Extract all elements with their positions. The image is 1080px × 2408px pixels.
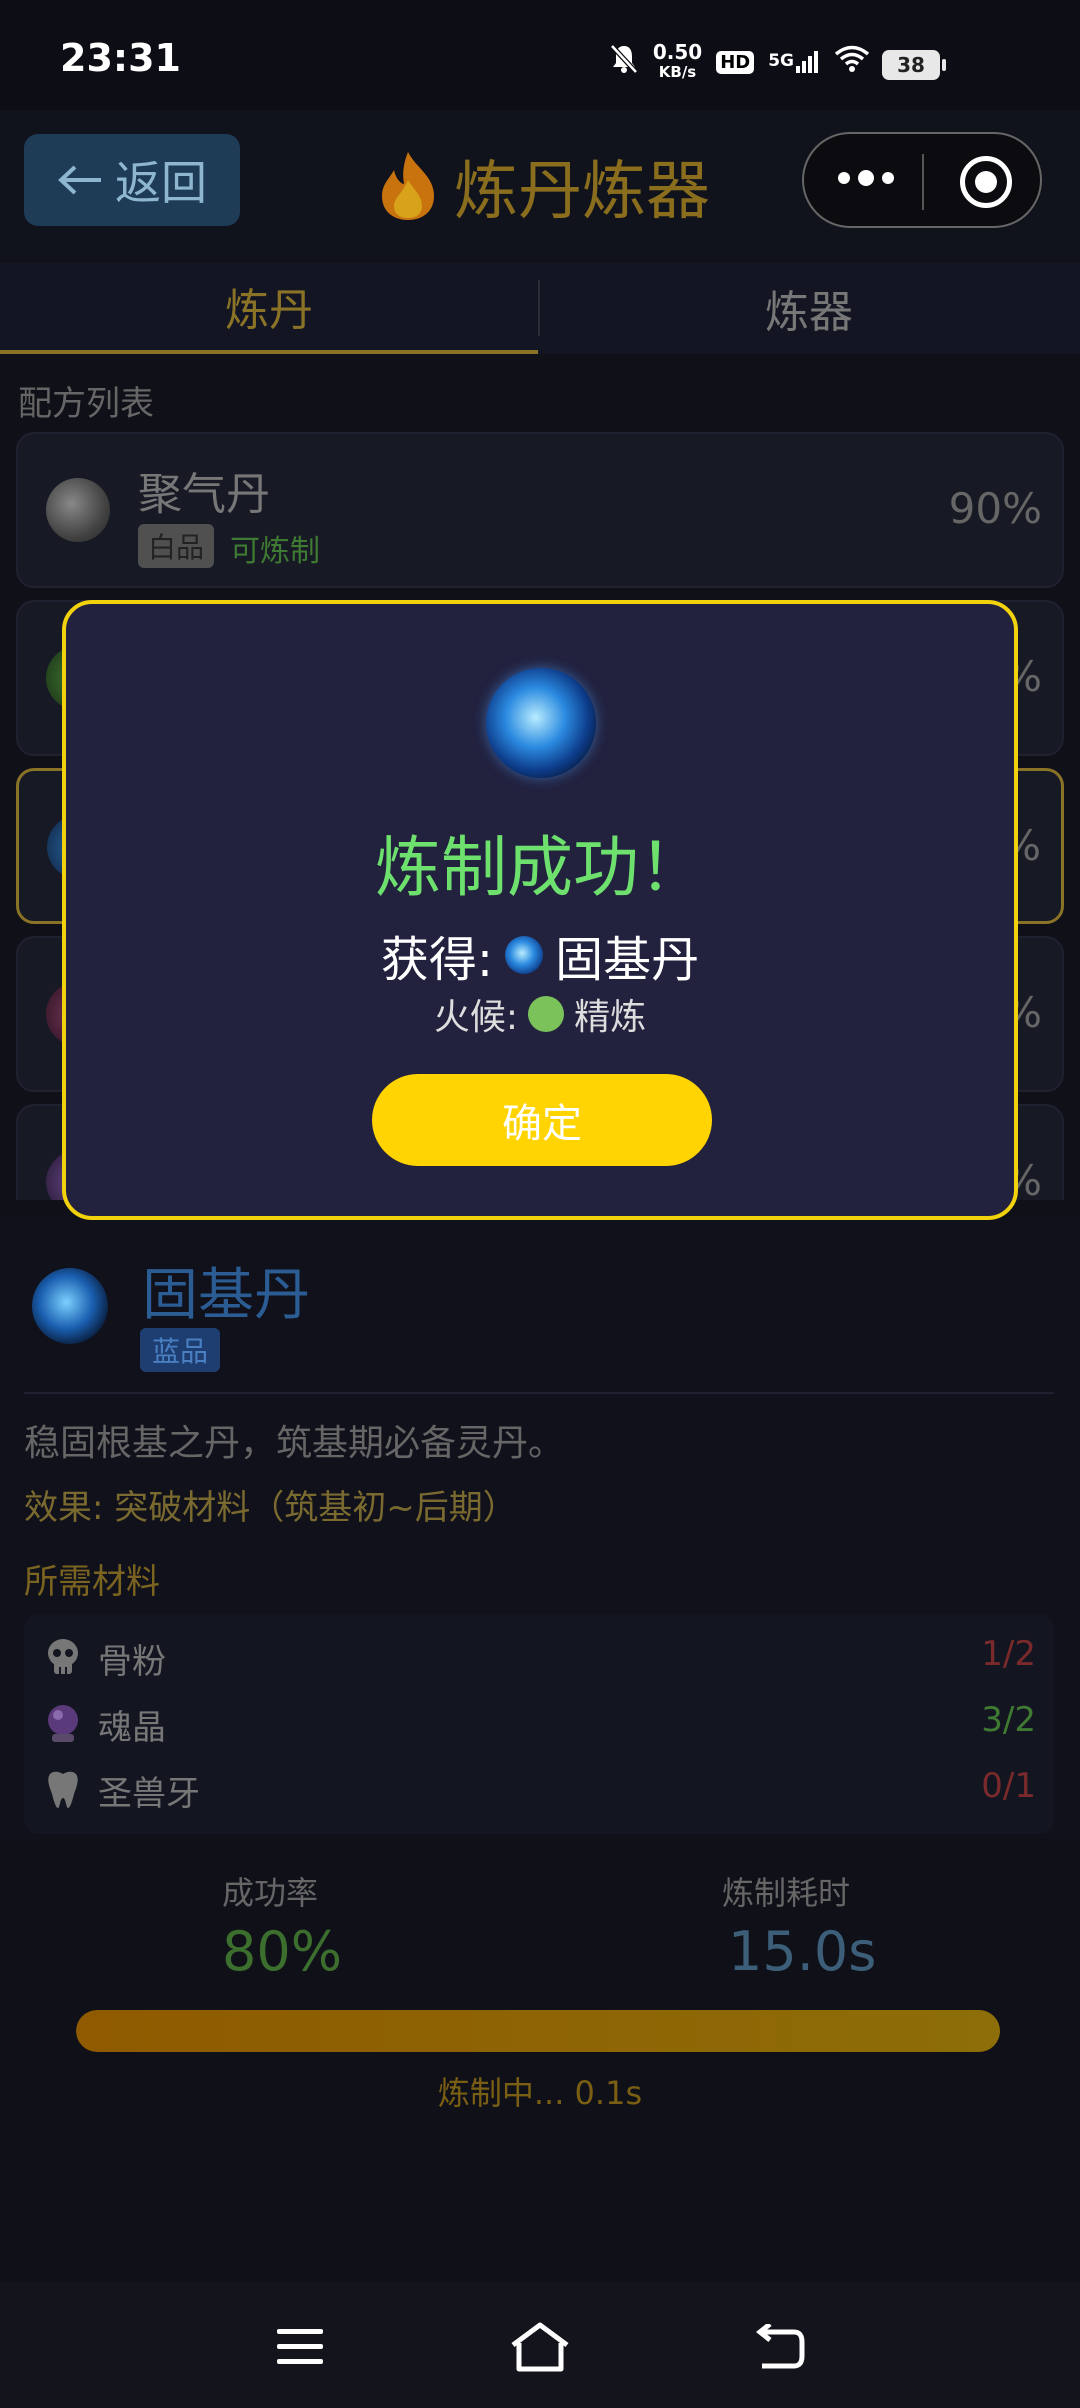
wifi-icon <box>834 45 870 79</box>
foundation-pill-icon <box>486 668 596 778</box>
dialog-title: 炼制成功！ <box>375 829 705 906</box>
skull-icon <box>42 1636 84 1678</box>
home-icon[interactable] <box>505 2312 575 2382</box>
pill-icon <box>505 936 544 974</box>
success-rate-value: 80% <box>222 1920 343 1983</box>
confirm-button[interactable]: 确定 <box>372 1074 712 1166</box>
craftable-status: 可炼制 <box>230 534 320 569</box>
net-speed: 0.50 KB/s <box>652 40 703 81</box>
materials-list: 骨粉 1/2 魂晶 3/2 圣兽牙 0/1 <box>24 1614 1054 1834</box>
status-icons: 0.50 KB/s HD 5G <box>609 42 870 82</box>
materials-title: 所需材料 <box>24 1562 160 1602</box>
craft-success-dialog: 炼制成功！ 获得: 固基丹 火候: 精炼 确定 <box>62 600 1018 1220</box>
material-name: 圣兽牙 <box>98 1774 200 1814</box>
system-nav-bar <box>0 2282 1080 2408</box>
foundation-pill-icon <box>32 1268 108 1344</box>
close-target-icon[interactable] <box>960 156 1012 208</box>
material-count: 3/2 <box>981 1700 1036 1740</box>
detail-description: 稳固根基之丹，筑基期必备灵丹。 <box>24 1423 565 1464</box>
material-row: 魂晶 3/2 <box>42 1694 1036 1754</box>
status-time: 23:31 <box>60 36 181 80</box>
material-name: 魂晶 <box>98 1708 166 1748</box>
detail-name: 固基丹 <box>142 1263 310 1328</box>
material-count: 0/1 <box>981 1766 1036 1806</box>
tab-forging[interactable]: 炼器 <box>540 262 1078 354</box>
back-button[interactable]: 返回 <box>24 134 240 226</box>
fire-level-dot-icon <box>528 996 565 1032</box>
tooth-icon <box>42 1768 84 1810</box>
craft-time-label: 炼制耗时 <box>722 1874 851 1912</box>
miniapp-capsule <box>802 132 1042 228</box>
recipe-name: 聚气丹 <box>138 469 270 520</box>
hd-badge: HD <box>716 50 755 74</box>
material-row: 圣兽牙 0/1 <box>42 1760 1036 1820</box>
battery-icon: 38 <box>882 50 946 80</box>
craft-time-value: 15.0s <box>728 1920 877 1983</box>
recipe-list-label: 配方列表 <box>18 384 154 424</box>
recipe-item[interactable]: 聚气丹 白品 可炼制 90% <box>16 432 1064 588</box>
title-text: 炼丹炼器 <box>454 155 710 229</box>
tab-alchemy[interactable]: 炼丹 <box>0 262 538 354</box>
qi-pill-icon <box>46 478 110 542</box>
back-nav-icon[interactable] <box>745 2312 815 2382</box>
detail-grade-badge: 蓝品 <box>140 1328 221 1372</box>
success-rate-label: 成功率 <box>222 1874 319 1912</box>
progress-fill <box>76 2010 1000 2052</box>
material-count: 1/2 <box>981 1634 1036 1674</box>
success-rate: 90% <box>948 484 1042 533</box>
page-title: 炼丹炼器 <box>376 140 710 232</box>
fire-level: 火候: 精炼 <box>66 988 1014 1040</box>
back-label: 返回 <box>115 156 207 210</box>
app-header: 返回 炼丹炼器 <box>0 110 1080 260</box>
progress-text: 炼制中... 0.1s <box>437 2074 643 2112</box>
menu-icon[interactable] <box>265 2312 335 2382</box>
grade-badge: 白品 <box>138 524 215 568</box>
fire-level-name: 精炼 <box>574 997 647 1038</box>
more-menu-icon[interactable] <box>838 170 894 186</box>
crafting-progress-bar <box>76 2010 1000 2052</box>
material-name: 骨粉 <box>98 1642 166 1682</box>
obtained-item: 获得: 固基丹 <box>66 920 1014 990</box>
mute-bell-icon <box>609 43 639 81</box>
cellular-signal-icon: 5G <box>768 51 820 73</box>
detail-effect: 效果: 突破材料（筑基初~后期） <box>24 1488 517 1528</box>
material-row: 骨粉 1/2 <box>42 1628 1036 1688</box>
tab-bar: 炼丹 炼器 <box>0 262 1080 354</box>
arrow-left-icon <box>57 153 105 207</box>
fire-icon <box>376 150 440 222</box>
recipe-detail-panel: 固基丹 蓝品 稳固根基之丹，筑基期必备灵丹。 效果: 突破材料（筑基初~后期） … <box>0 1218 1080 1838</box>
crystal-ball-icon <box>42 1702 84 1744</box>
status-bar: 23:31 0.50 KB/s HD 5G 38 <box>0 0 1080 110</box>
obtained-item-name: 固基丹 <box>555 932 700 988</box>
